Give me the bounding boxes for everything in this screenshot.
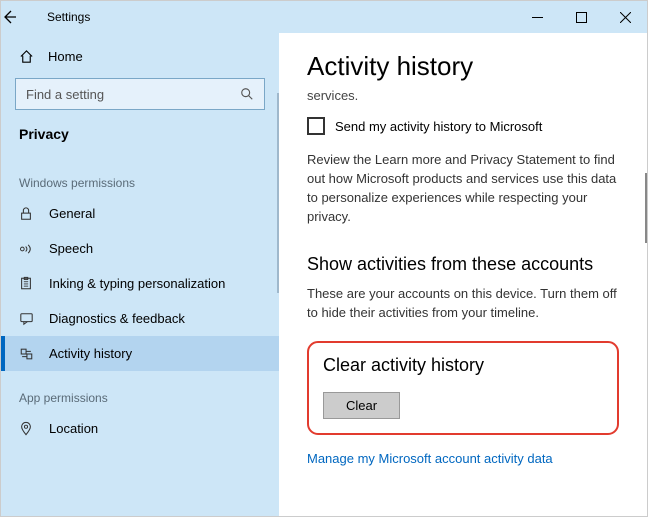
history-icon — [19, 347, 35, 361]
speech-icon — [19, 242, 35, 256]
sidebar-item-general[interactable]: General — [1, 196, 279, 231]
maximize-button[interactable] — [559, 1, 603, 33]
checkbox-icon[interactable] — [307, 117, 325, 135]
page-title: Activity history — [307, 51, 619, 82]
truncated-text: services. — [307, 88, 619, 103]
sidebar-item-inking[interactable]: Inking & typing personalization — [1, 266, 279, 301]
minimize-icon — [532, 12, 543, 23]
close-button[interactable] — [603, 1, 647, 33]
sidebar-item-label: Diagnostics & feedback — [49, 311, 185, 326]
sidebar: Home Find a setting Privacy Windows perm… — [1, 33, 279, 516]
content-pane: Activity history services. Send my activ… — [279, 33, 647, 516]
clear-heading: Clear activity history — [323, 355, 603, 376]
lock-icon — [19, 207, 35, 221]
group-windows-permissions: Windows permissions — [1, 156, 279, 196]
accounts-heading: Show activities from these accounts — [307, 254, 619, 275]
maximize-icon — [576, 12, 587, 23]
manage-account-link[interactable]: Manage my Microsoft account activity dat… — [307, 451, 619, 466]
sidebar-item-diagnostics[interactable]: Diagnostics & feedback — [1, 301, 279, 336]
title-bar: Settings — [1, 1, 647, 33]
search-placeholder: Find a setting — [26, 87, 104, 102]
current-category: Privacy — [1, 120, 279, 156]
sidebar-item-speech[interactable]: Speech — [1, 231, 279, 266]
accounts-paragraph: These are your accounts on this device. … — [307, 285, 619, 323]
back-button[interactable] — [1, 9, 45, 25]
content-scrollbar[interactable] — [645, 173, 647, 243]
search-icon — [240, 87, 254, 101]
home-label: Home — [48, 49, 83, 64]
home-icon — [19, 49, 34, 64]
checkbox-label: Send my activity history to Microsoft — [335, 119, 542, 134]
send-history-checkbox-row[interactable]: Send my activity history to Microsoft — [307, 117, 619, 135]
sidebar-item-label: Location — [49, 421, 98, 436]
group-app-permissions: App permissions — [1, 371, 279, 411]
location-icon — [19, 421, 35, 436]
clear-history-highlight: Clear activity history Clear — [307, 341, 619, 435]
review-paragraph: Review the Learn more and Privacy Statem… — [307, 151, 619, 226]
sidebar-item-location[interactable]: Location — [1, 411, 279, 446]
sidebar-item-label: General — [49, 206, 95, 221]
sidebar-item-label: Activity history — [49, 346, 132, 361]
sidebar-item-label: Speech — [49, 241, 93, 256]
clear-button[interactable]: Clear — [323, 392, 400, 419]
home-nav[interactable]: Home — [1, 41, 279, 72]
sidebar-item-label: Inking & typing personalization — [49, 276, 225, 291]
window-title: Settings — [47, 10, 90, 24]
sidebar-item-activity-history[interactable]: Activity history — [1, 336, 279, 371]
feedback-icon — [19, 312, 35, 326]
back-arrow-icon — [1, 9, 17, 25]
close-icon — [620, 12, 631, 23]
search-input[interactable]: Find a setting — [15, 78, 265, 110]
minimize-button[interactable] — [515, 1, 559, 33]
clipboard-icon — [19, 276, 35, 291]
